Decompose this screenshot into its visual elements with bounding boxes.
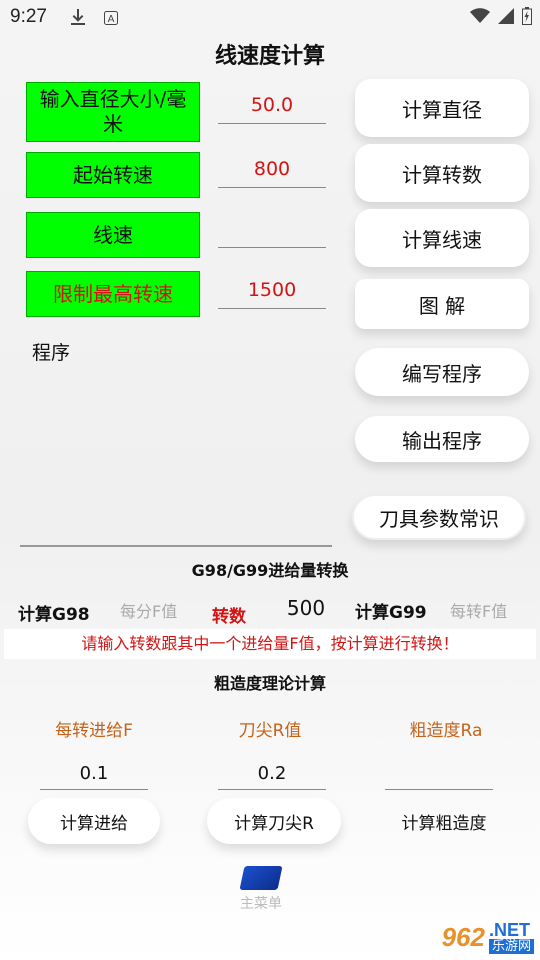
ra-label: 粗造度Ra	[409, 721, 483, 741]
start-speed-label: 起始转速	[26, 152, 200, 198]
calc-rpm-button[interactable]: 计算转数	[355, 144, 529, 202]
calc-ra-button[interactable]: 计算粗造度	[378, 798, 510, 844]
main-menu-icon[interactable]	[239, 866, 283, 890]
output-program-button[interactable]: 输出程序	[355, 416, 529, 462]
diameter-label: 输入直径大小/毫米	[26, 82, 200, 142]
tip-r-input[interactable]: 0.2	[218, 760, 326, 790]
status-icons	[470, 7, 532, 29]
calc-diameter-button[interactable]: 计算直径	[355, 79, 529, 137]
ra-input[interactable]	[385, 760, 493, 790]
per-rev-f-input[interactable]: 每转F值	[450, 598, 512, 622]
calc-g98-button[interactable]: 计算G98	[18, 600, 90, 625]
max-speed-input[interactable]: 1500	[218, 273, 326, 309]
diameter-input[interactable]: 50.0	[218, 88, 326, 124]
conversion-warning: 请输入转数跟其中一个进给量F值，按计算进行转换！	[4, 629, 536, 659]
wifi-icon	[470, 8, 490, 28]
signal-icon	[498, 8, 514, 28]
program-label: 程序	[32, 342, 71, 364]
max-speed-label: 限制最高转速	[26, 271, 200, 317]
calc-tip-r-button[interactable]: 计算刀尖R	[207, 798, 341, 844]
rpm-input[interactable]: 500	[276, 596, 336, 620]
tip-r-label: 刀尖R值	[238, 721, 302, 741]
tool-params-button[interactable]: 刀具参数常识	[352, 494, 526, 540]
calc-line-speed-button[interactable]: 计算线速	[355, 209, 529, 267]
per-min-f-input[interactable]: 每分F值	[120, 598, 182, 622]
main-menu-label[interactable]: 主菜单	[240, 893, 282, 913]
rpm-label: 转数	[212, 607, 246, 627]
page-title: 线速度计算	[214, 44, 325, 69]
program-textarea[interactable]	[20, 365, 332, 545]
status-time: 9:27	[10, 6, 47, 27]
program-underline	[20, 545, 332, 547]
status-bar: 9:27 A	[0, 0, 540, 36]
site-watermark: 962 .NET 乐游网	[442, 921, 534, 954]
watermark-net-text: .NET	[488, 920, 530, 940]
watermark-number: 962	[441, 922, 485, 952]
app-a-icon: A	[104, 10, 118, 29]
battery-icon	[522, 7, 532, 29]
watermark-site-text: 乐游网	[488, 939, 534, 954]
calc-g99-button[interactable]: 计算G99	[355, 598, 427, 623]
line-speed-input[interactable]	[218, 212, 326, 248]
download-icon	[70, 8, 86, 30]
calc-feed-button[interactable]: 计算进给	[28, 798, 160, 844]
line-speed-label: 线速	[26, 212, 200, 258]
g98-section-title: G98/G99进给量转换	[191, 561, 349, 580]
write-program-button[interactable]: 编写程序	[355, 348, 529, 396]
feed-label: 每转进给F	[55, 721, 133, 741]
feed-input[interactable]: 0.1	[40, 760, 148, 790]
start-speed-input[interactable]: 800	[218, 152, 326, 188]
watermark-net: .NET 乐游网	[488, 920, 534, 954]
diagram-button[interactable]: 图 解	[355, 279, 529, 329]
svg-text:A: A	[108, 14, 115, 25]
roughness-section-title: 粗造度理论计算	[213, 674, 326, 693]
